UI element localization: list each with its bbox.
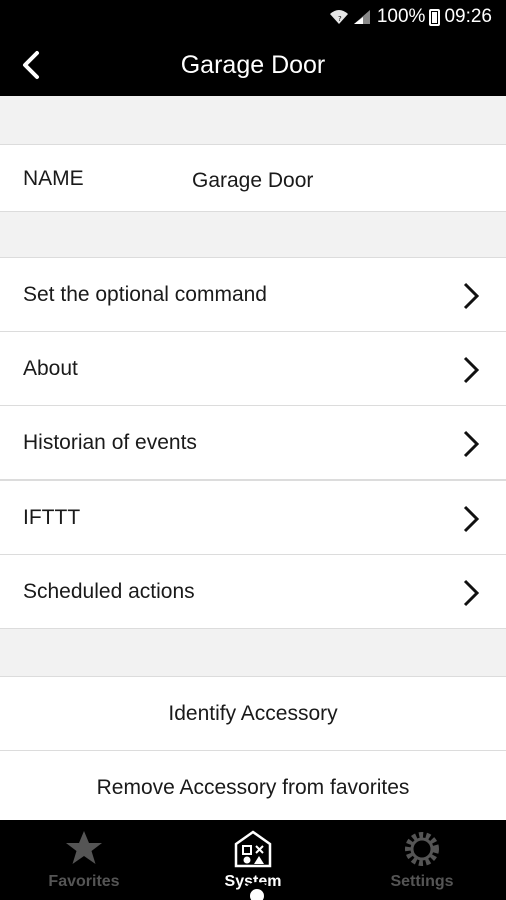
identify-accessory-label: Identify Accessory — [168, 701, 338, 725]
identify-accessory-button[interactable]: Identify Accessory — [0, 676, 506, 751]
chevron-right-icon — [463, 282, 480, 310]
menu-item-about[interactable]: About — [0, 331, 506, 406]
signal-icon — [353, 10, 370, 24]
chevron-right-icon — [463, 430, 480, 458]
name-label: NAME — [23, 167, 84, 190]
battery-icon — [429, 8, 441, 26]
tab-favorites[interactable]: Favorites — [0, 820, 168, 900]
remove-favorite-button[interactable]: Remove Accessory from favorites — [0, 750, 506, 825]
clock: 09:26 — [444, 6, 492, 27]
menu-item-label: IFTTT — [23, 505, 81, 529]
content: NAME Garage Door Set the optional comman… — [0, 96, 506, 825]
page-title: Garage Door — [180, 50, 326, 79]
menu-item-optional-command[interactable]: Set the optional command — [0, 257, 506, 332]
chevron-right-icon — [463, 356, 480, 384]
tab-label: Favorites — [48, 873, 120, 890]
menu-item-ifttt[interactable]: IFTTT — [0, 480, 506, 555]
house-icon — [234, 830, 272, 868]
battery-percent: 100% — [376, 6, 426, 27]
tab-settings[interactable]: Settings — [338, 820, 506, 900]
status-bar: ? 100% 09:26 — [0, 0, 506, 34]
chevron-left-icon — [23, 51, 39, 79]
menu-item-label: About — [23, 356, 78, 380]
gear-icon — [405, 832, 439, 866]
star-icon — [66, 831, 102, 864]
name-value[interactable]: Garage Door — [192, 169, 313, 193]
chevron-right-icon — [463, 579, 480, 607]
back-button[interactable] — [10, 44, 52, 86]
name-field[interactable]: NAME Garage Door — [0, 144, 506, 212]
menu-item-label: Scheduled actions — [23, 579, 195, 603]
wifi-icon: ? — [329, 10, 348, 24]
app-bar: Garage Door — [0, 34, 506, 96]
svg-text:?: ? — [338, 15, 342, 23]
menu-item-label: Historian of events — [23, 430, 197, 454]
tab-label: Settings — [390, 873, 454, 890]
remove-favorite-label: Remove Accessory from favorites — [96, 775, 410, 799]
chevron-right-icon — [463, 505, 480, 533]
menu-item-label: Set the optional command — [23, 282, 267, 306]
menu-item-scheduled-actions[interactable]: Scheduled actions — [0, 554, 506, 629]
menu-item-historian[interactable]: Historian of events — [0, 405, 506, 480]
